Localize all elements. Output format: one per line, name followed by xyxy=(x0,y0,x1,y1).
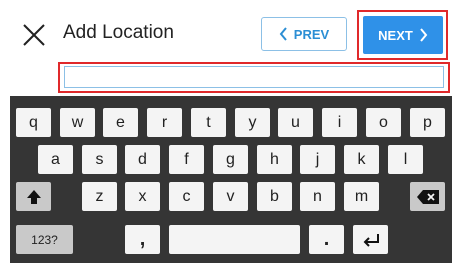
key-q[interactable]: q xyxy=(16,108,51,137)
key-u[interactable]: u xyxy=(278,108,313,137)
key-period[interactable]: . xyxy=(309,225,344,254)
key-o[interactable]: o xyxy=(366,108,401,137)
chevron-right-icon xyxy=(420,28,428,42)
prev-label: PREV xyxy=(293,26,330,42)
backspace-icon xyxy=(416,189,439,204)
next-button[interactable]: NEXT xyxy=(363,16,443,54)
on-screen-keyboard: q w e r t y u i o p a s d f g h j k l z … xyxy=(10,96,452,263)
key-i[interactable]: i xyxy=(322,108,357,137)
prev-button[interactable]: PREV xyxy=(261,17,347,51)
key-r[interactable]: r xyxy=(147,108,182,137)
key-e[interactable]: e xyxy=(103,108,138,137)
key-comma[interactable]: , xyxy=(125,225,160,254)
key-f[interactable]: f xyxy=(169,145,204,174)
chevron-left-icon xyxy=(279,27,287,41)
key-k[interactable]: k xyxy=(344,145,379,174)
close-button[interactable] xyxy=(18,19,50,51)
enter-icon xyxy=(363,233,379,247)
space-bar[interactable] xyxy=(169,225,300,254)
key-l[interactable]: l xyxy=(388,145,423,174)
key-w[interactable]: w xyxy=(60,108,95,137)
key-m[interactable]: m xyxy=(344,182,379,211)
numbers-key[interactable]: 123? xyxy=(16,225,73,254)
key-t[interactable]: t xyxy=(191,108,226,137)
key-z[interactable]: z xyxy=(82,182,117,211)
key-c[interactable]: c xyxy=(169,182,204,211)
key-h[interactable]: h xyxy=(257,145,292,174)
key-d[interactable]: d xyxy=(125,145,160,174)
shift-arrow-icon xyxy=(26,189,41,204)
page-title: Add Location xyxy=(63,22,174,43)
next-label: NEXT xyxy=(378,27,413,43)
key-v[interactable]: v xyxy=(213,182,248,211)
key-s[interactable]: s xyxy=(82,145,117,174)
key-y[interactable]: y xyxy=(235,108,270,137)
key-a[interactable]: a xyxy=(38,145,73,174)
key-p[interactable]: p xyxy=(410,108,445,137)
key-b[interactable]: b xyxy=(257,182,292,211)
close-icon xyxy=(23,24,45,46)
key-x[interactable]: x xyxy=(125,182,160,211)
shift-key[interactable] xyxy=(16,182,51,211)
location-input[interactable] xyxy=(64,66,444,88)
key-g[interactable]: g xyxy=(213,145,248,174)
key-n[interactable]: n xyxy=(300,182,335,211)
backspace-key[interactable] xyxy=(410,182,445,211)
enter-key[interactable] xyxy=(353,225,388,254)
key-j[interactable]: j xyxy=(300,145,335,174)
